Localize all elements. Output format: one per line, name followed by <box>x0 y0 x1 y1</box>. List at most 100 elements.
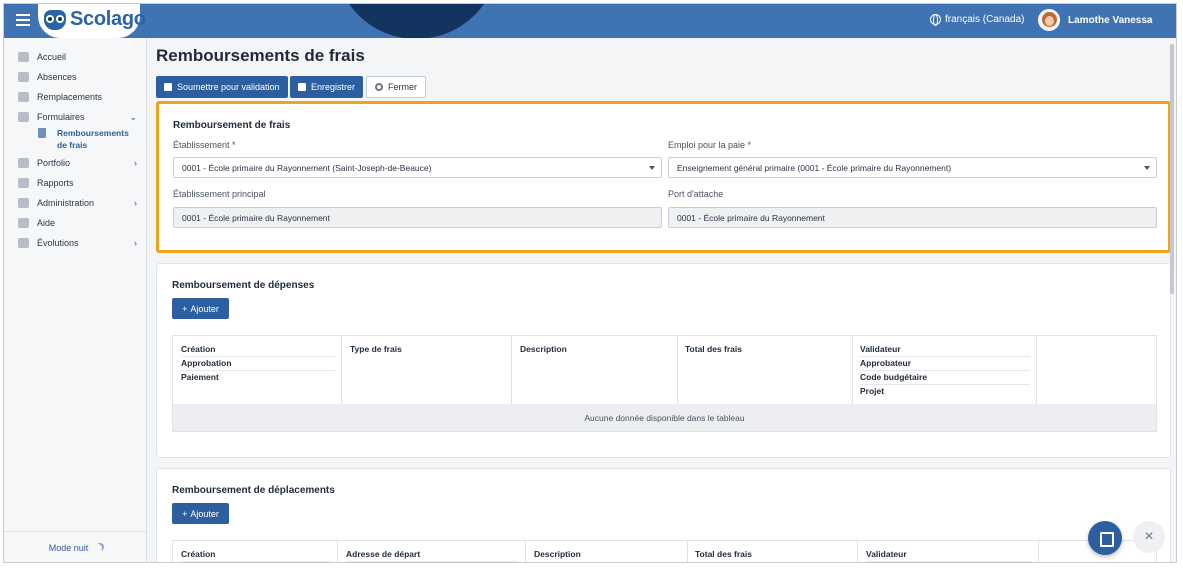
save-label: Enregistrer <box>311 82 356 92</box>
night-mode-toggle[interactable]: Mode nuit <box>4 531 147 562</box>
sidebar-subitem-remboursements[interactable]: Remboursements de frais <box>4 127 146 153</box>
chevron-right-icon: › <box>134 238 137 248</box>
moon-icon <box>94 544 102 552</box>
close-circle-icon <box>375 83 383 91</box>
floating-close-button[interactable]: × <box>1133 521 1165 553</box>
close-button[interactable]: Fermer <box>366 76 426 98</box>
principal-label: Établissement principal <box>173 189 266 199</box>
header-adresse[interactable]: Adresse de départ <box>346 548 518 562</box>
sidebar-item-label: Évolutions <box>37 238 79 248</box>
add-travel-button[interactable]: + Ajouter <box>172 503 229 524</box>
sidebar-item-absences[interactable]: Absences <box>4 67 146 87</box>
header-description[interactable]: Description <box>520 343 567 356</box>
emploi-value: Enseignement général primaire (0001 - Éc… <box>677 162 952 173</box>
sidebar-item-accueil[interactable]: Accueil <box>4 47 146 67</box>
menu-icon[interactable] <box>16 14 30 26</box>
sidebar-item-label: Remplacements <box>37 92 103 102</box>
chevron-right-icon: › <box>134 198 137 208</box>
plus-icon: + <box>182 508 188 519</box>
sidebar-item-label: Portfolio <box>37 158 71 168</box>
header-total[interactable]: Total des frais <box>695 548 752 561</box>
page-title: Remboursements de frais <box>156 46 365 65</box>
close-icon: × <box>1144 528 1154 545</box>
section-title: Remboursement de dépenses <box>172 280 315 291</box>
header-description[interactable]: Description <box>534 548 581 561</box>
header-total[interactable]: Total des frais <box>685 343 742 356</box>
night-mode-label: Mode nuit <box>48 543 89 553</box>
send-icon <box>164 83 172 91</box>
sidebar-item-formulaires[interactable]: Formulaires ⌄ <box>4 107 146 127</box>
header-creation-group[interactable]: Création Approbation Paiement <box>181 343 335 384</box>
submit-for-validation-button[interactable]: Soumettre pour validation <box>156 76 288 98</box>
header-adresse-label: Adresse de départ <box>346 548 518 562</box>
add-expense-button[interactable]: + Ajouter <box>172 298 229 319</box>
save-icon <box>298 83 306 91</box>
header-type[interactable]: Type de frais <box>350 343 402 356</box>
header-validateur-group[interactable]: Validateur Approbateur Code budgétaire P… <box>860 343 1030 398</box>
port-attache-field: 0001 - École primaire du Rayonnement <box>668 207 1157 228</box>
submit-label: Soumettre pour validation <box>177 82 280 92</box>
expenses-card: Remboursement de dépenses + Ajouter Créa… <box>156 263 1171 458</box>
gear-icon <box>18 198 29 208</box>
header-projet: Projet <box>860 386 885 396</box>
sprout-icon <box>18 238 29 248</box>
report-icon <box>18 178 29 188</box>
main-content: Remboursements de frais Soumettre pour v… <box>147 38 1176 562</box>
sidebar-item-remplacements[interactable]: Remplacements <box>4 87 146 107</box>
etablissement-label: Établissement * <box>173 140 236 150</box>
caret-down-icon <box>649 166 655 170</box>
users-icon <box>18 72 29 82</box>
language-selector[interactable]: français (Canada) <box>930 14 1025 26</box>
etablissement-principal-field: 0001 - École primaire du Rayonnement <box>173 207 662 228</box>
language-label: français (Canada) <box>945 14 1025 25</box>
sidebar-item-portfolio[interactable]: Portfolio › <box>4 153 146 173</box>
caret-down-icon <box>1144 166 1150 170</box>
close-label: Fermer <box>388 82 417 92</box>
sidebar-item-label: Accueil <box>37 52 67 62</box>
owl-logo-icon <box>44 10 66 30</box>
chevron-right-icon: › <box>134 158 137 168</box>
sidebar-subitem-label: Remboursements de frais <box>57 127 129 151</box>
header-code-budgetaire: Code budgétaire <box>860 371 1030 385</box>
expenses-table: Création Approbation Paiement Type de fr… <box>172 335 1157 432</box>
header-creation[interactable]: Création <box>181 548 331 562</box>
reimbursement-details-card: Remboursement de frais Établissement * 0… <box>156 101 1171 253</box>
sidebar-item-evolutions[interactable]: Évolutions › <box>4 233 146 253</box>
user-menu[interactable]: Lamothe Vanessa <box>1038 9 1152 31</box>
sidebar-subitem-label-line1: Remboursements <box>57 128 129 138</box>
user-name: Lamothe Vanessa <box>1068 14 1153 26</box>
sidebar-item-label: Absences <box>37 72 77 82</box>
sidebar: Accueil Absences Remplacements Formulair… <box>4 38 147 562</box>
empty-table-message: Aucune donnée disponible dans le tableau <box>173 404 1156 431</box>
top-bar: Scolago français (Canada) Lamothe Vaness… <box>4 4 1176 38</box>
sidebar-item-rapports[interactable]: Rapports <box>4 173 146 193</box>
scrollbar[interactable] <box>1170 44 1174 294</box>
sidebar-item-label: Formulaires <box>37 112 85 122</box>
sidebar-item-label: Administration <box>37 198 95 208</box>
header-validateur[interactable]: Validateur <box>866 548 1032 562</box>
header-approbateur: Approbateur <box>860 357 1030 371</box>
etablissement-value: 0001 - École primaire du Rayonnement (Sa… <box>182 162 432 173</box>
save-button[interactable]: Enregistrer <box>290 76 364 98</box>
avatar <box>1038 9 1060 31</box>
add-label: Ajouter <box>190 303 219 314</box>
header-validateur: Validateur <box>860 343 1030 357</box>
port-value: 0001 - École primaire du Rayonnement <box>677 212 825 223</box>
chevron-down-icon: ⌄ <box>129 112 137 122</box>
sidebar-item-administration[interactable]: Administration › <box>4 193 146 213</box>
floating-save-button[interactable] <box>1088 521 1122 555</box>
sidebar-item-aide[interactable]: Aide <box>4 213 146 233</box>
home-icon <box>18 52 29 62</box>
logo-text[interactable]: Scolago <box>70 8 146 31</box>
sidebar-item-label: Rapports <box>37 178 74 188</box>
emploi-label: Emploi pour la paie * <box>668 140 752 150</box>
add-label: Ajouter <box>190 508 219 519</box>
sidebar-subitem-label-line2: de frais <box>57 140 88 150</box>
header-approbation: Approbation <box>181 357 335 371</box>
emploi-select[interactable]: Enseignement général primaire (0001 - Éc… <box>668 157 1157 178</box>
section-title: Remboursement de frais <box>173 120 291 131</box>
globe-icon <box>930 14 941 26</box>
etablissement-select[interactable]: 0001 - École primaire du Rayonnement (Sa… <box>173 157 662 178</box>
header-creation-label: Création <box>181 548 331 562</box>
port-label: Port d'attache <box>668 189 724 199</box>
